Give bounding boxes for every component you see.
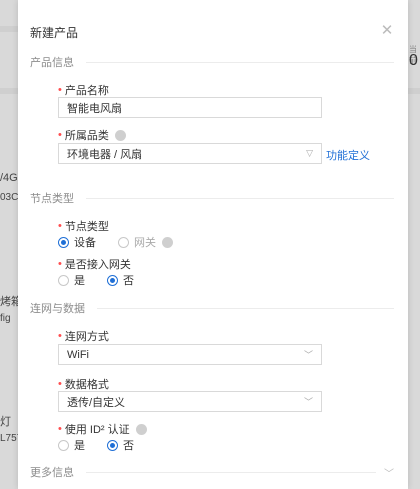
modal-title: 新建产品 <box>30 26 79 40</box>
radio-checked[interactable] <box>107 274 118 286</box>
radio-yes[interactable]: 是 <box>58 272 85 288</box>
radio-no[interactable]: 否 <box>107 272 134 288</box>
data-format-label: • 数据格式 <box>58 376 109 392</box>
field-label-text: 产品名称 <box>64 85 109 97</box>
section-divider <box>97 307 394 309</box>
field-label-text: 所属品类 <box>64 130 109 142</box>
data-format-select[interactable]: 透传/自定义 ﹀ <box>58 391 322 412</box>
help-icon[interactable] <box>114 129 126 141</box>
section-divider <box>86 471 376 473</box>
radio-label: 否 <box>123 440 134 452</box>
network-mode-label: • 连网方式 <box>58 328 109 344</box>
field-label-text: 数据格式 <box>64 379 109 391</box>
radio-no[interactable]: 否 <box>107 437 134 453</box>
section-label: 节点类型 <box>30 193 74 205</box>
section-label: 更多信息 <box>30 467 74 479</box>
chevron-down-icon: ﹀ <box>303 397 313 407</box>
background-divider <box>408 88 420 94</box>
radio-label: 设备 <box>74 237 96 249</box>
required-mark: • <box>58 84 62 96</box>
node-type-label: • 节点类型 <box>58 218 109 234</box>
field-label-text: 连网方式 <box>64 331 109 343</box>
section-network-data: 连网与数据 <box>30 300 394 316</box>
radio-unchecked[interactable] <box>58 439 69 451</box>
radio-label: 是 <box>74 275 85 287</box>
background-text: fig <box>0 313 11 324</box>
id2-auth-label: • 使用 ID² 认证 <box>58 421 147 437</box>
section-product-info: 产品信息 <box>30 54 394 70</box>
radio-device[interactable]: 设备 <box>58 234 96 250</box>
select-value: WiFi <box>67 348 89 361</box>
required-mark: • <box>58 220 62 232</box>
radio-yes[interactable]: 是 <box>58 437 85 453</box>
radio-label: 是 <box>74 440 85 452</box>
section-label: 连网与数据 <box>30 303 85 315</box>
gateway-access-radio-group: 是 否 <box>58 272 156 288</box>
id2-auth-radio-group: 是 否 <box>58 437 156 453</box>
chevron-down-icon: ﹀ <box>303 350 313 360</box>
required-mark: • <box>58 258 62 270</box>
help-icon[interactable] <box>162 236 173 248</box>
select-value: 透传/自定义 <box>67 396 126 409</box>
gateway-access-label: • 是否接入网关 <box>58 256 131 272</box>
close-icon[interactable]: ✕ <box>380 23 394 38</box>
field-label-text: 是否接入网关 <box>64 259 131 271</box>
radio-checked[interactable] <box>107 439 118 451</box>
radio-unchecked[interactable] <box>58 274 69 286</box>
required-mark: • <box>58 378 62 390</box>
background-value: 0 <box>409 52 418 69</box>
required-mark: • <box>58 330 62 342</box>
input-value: 智能电风扇 <box>67 102 122 115</box>
network-mode-select[interactable]: WiFi ﹀ <box>58 344 322 365</box>
section-more-info[interactable]: 更多信息 ﹀ <box>30 464 394 480</box>
field-label-text: 使用 ID² 认证 <box>64 424 130 436</box>
radio-checked[interactable] <box>58 236 69 248</box>
field-label-text: 节点类型 <box>64 221 109 233</box>
help-icon[interactable] <box>135 423 147 435</box>
function-definition-link[interactable]: 功能定义 <box>326 147 370 163</box>
section-divider <box>86 197 394 199</box>
node-type-radio-group: 设备 网关 <box>58 234 195 250</box>
new-product-modal: 新建产品 ✕ 产品信息 • 产品名称 智能电风扇 • 所属品类 环境电器 / 风… <box>18 0 408 489</box>
background-divider <box>0 88 18 94</box>
select-value: 环境电器 / 风扇 <box>67 148 143 161</box>
background-text: 灯 <box>0 416 11 428</box>
radio-label: 网关 <box>134 237 156 249</box>
chevron-down-icon: ▽ <box>306 148 313 158</box>
category-select[interactable]: 环境电器 / 风扇 ▽ <box>58 143 322 164</box>
section-node-type: 节点类型 <box>30 190 394 206</box>
product-name-label: • 产品名称 <box>58 82 109 98</box>
section-divider <box>86 61 394 63</box>
radio-unchecked[interactable] <box>118 236 129 248</box>
radio-label: 否 <box>123 275 134 287</box>
required-mark: • <box>58 129 62 141</box>
background-divider <box>0 26 18 32</box>
category-label: • 所属品类 <box>58 127 126 143</box>
chevron-down-icon[interactable]: ﹀ <box>384 465 394 480</box>
section-label: 产品信息 <box>30 57 74 69</box>
radio-gateway[interactable]: 网关 <box>118 234 173 250</box>
product-name-input[interactable]: 智能电风扇 <box>58 97 322 118</box>
required-mark: • <box>58 423 62 435</box>
